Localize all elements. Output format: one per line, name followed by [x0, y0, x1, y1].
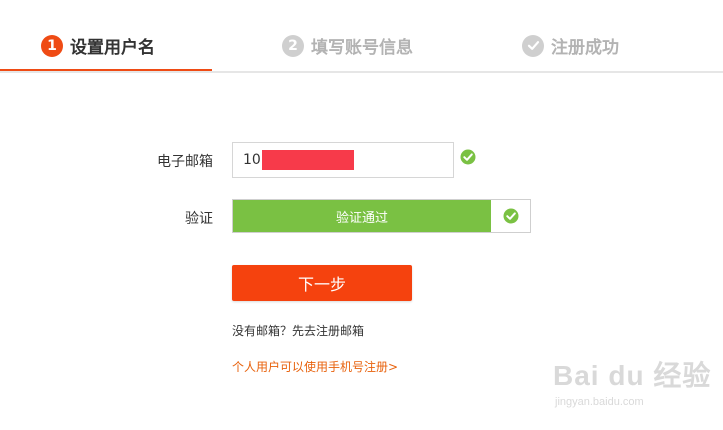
check-circle-icon	[503, 208, 519, 224]
step-progress: 1 设置用户名 2 填写账号信息 注册成功	[0, 0, 723, 73]
step-1-label: 设置用户名	[70, 38, 155, 58]
redaction-mark	[262, 150, 354, 170]
email-label: 电子邮箱	[157, 154, 213, 170]
step-1-number: 1	[41, 34, 63, 57]
phone-register-link[interactable]: 个人用户可以使用手机号注册>	[232, 358, 398, 375]
watermark-logo: Bai du 经验	[553, 360, 712, 391]
verify-status: 验证通过	[233, 200, 491, 232]
step-1: 1 设置用户名	[41, 33, 155, 58]
verify-label: 验证	[185, 211, 213, 227]
active-step-underline	[0, 69, 212, 71]
register-email-link[interactable]: 没有邮箱？先去注册邮箱	[232, 322, 364, 339]
step-2: 2 填写账号信息	[282, 33, 413, 58]
step-2-label: 填写账号信息	[311, 38, 413, 58]
baidu-jingyan-watermark: Bai du 经验 jingyan.baidu.com	[553, 354, 713, 414]
captcha-slider[interactable]: 验证通过	[232, 199, 531, 233]
check-icon	[522, 34, 544, 57]
check-circle-icon	[460, 149, 476, 165]
next-step-button[interactable]: 下一步	[232, 265, 412, 301]
step-2-number: 2	[282, 34, 304, 57]
watermark-url: jingyan.baidu.com	[555, 396, 644, 408]
step-3-label: 注册成功	[551, 38, 619, 58]
step-3: 注册成功	[522, 33, 619, 58]
